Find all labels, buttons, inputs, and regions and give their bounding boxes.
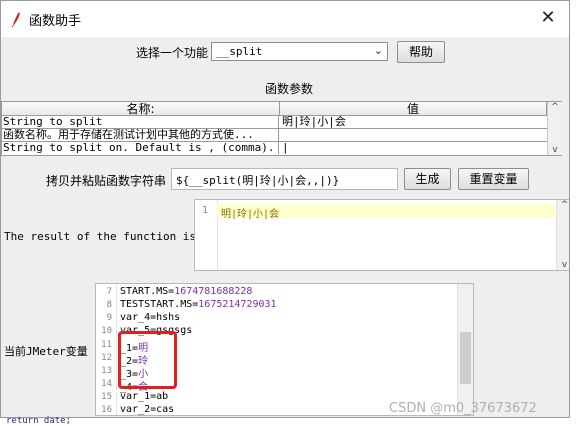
var-value: 1675214729031 bbox=[198, 299, 277, 310]
function-helper-dialog: 函数助手 ✕ 选择一个功能 __split ⌄ 帮助 函数参数 名称: 值 St… bbox=[0, 0, 570, 418]
line-number: 7 bbox=[106, 287, 112, 297]
col-header-name: 名称: bbox=[2, 102, 280, 116]
background-editor-strip: return date; bbox=[0, 416, 579, 426]
param-name: String to split bbox=[3, 116, 279, 128]
table-row[interactable]: String to split on. Default is , (comma)… bbox=[2, 142, 547, 155]
scroll-up-icon[interactable]: ^ bbox=[557, 200, 569, 210]
function-select-label: 选择一个功能 bbox=[136, 46, 209, 60]
scroll-down-icon[interactable]: v bbox=[557, 260, 569, 270]
generate-button[interactable]: 生成 bbox=[404, 168, 451, 190]
param-name: String to split on. Default is , (comma)… bbox=[3, 142, 279, 154]
scroll-up-icon[interactable]: ^ bbox=[548, 102, 562, 112]
param-name: 函数名称。用于存储在测试计划中其他的方式使... bbox=[3, 129, 279, 141]
params-table: 名称: 值 String to split 明|玲|小|会 函数名称。用于存储在… bbox=[1, 101, 562, 156]
line-number: 1 bbox=[202, 205, 209, 216]
title-bar: 函数助手 ✕ bbox=[1, 1, 569, 37]
line-number: 14 bbox=[101, 379, 112, 389]
annotation-highlight-box bbox=[118, 331, 177, 389]
line-number: 9 bbox=[106, 313, 112, 323]
var-entry: var_4=hshs bbox=[120, 312, 180, 323]
window-title: 函数助手 bbox=[29, 14, 82, 29]
line-number: 16 bbox=[101, 405, 112, 415]
table-row[interactable]: String to split 明|玲|小|会 bbox=[2, 116, 547, 129]
close-icon[interactable]: ✕ bbox=[537, 7, 559, 29]
reset-variables-button[interactable]: 重置变量 bbox=[458, 168, 529, 190]
line-number: 11 bbox=[101, 340, 112, 350]
col-header-value: 值 bbox=[280, 102, 547, 116]
result-editor[interactable]: 1 明|玲|小|会 ^ v bbox=[194, 199, 569, 271]
var-key: START.MS= bbox=[120, 286, 175, 297]
var-entry: TESTSTART.MS=1675214729031 bbox=[120, 299, 277, 310]
param-value[interactable]: 明|玲|小|会 bbox=[282, 116, 546, 128]
line-number: 15 bbox=[101, 392, 112, 402]
copy-label: 拷贝并粘贴函数字符串 bbox=[46, 174, 167, 188]
scroll-down-icon[interactable]: v bbox=[548, 145, 562, 155]
line-number: 10 bbox=[101, 326, 112, 336]
help-button[interactable]: 帮助 bbox=[397, 41, 445, 63]
var-key: var_4=hshs bbox=[120, 312, 181, 323]
line-number: 13 bbox=[101, 366, 112, 376]
var-entry: START.MS=1674781688228 bbox=[120, 286, 252, 297]
watermark: CSDN @m0_37673672 bbox=[389, 401, 537, 416]
chevron-down-icon: ⌄ bbox=[373, 44, 383, 57]
var-entry: var_1=ab bbox=[120, 391, 168, 402]
line-number: 12 bbox=[101, 353, 112, 363]
var-key: var_2=cas bbox=[120, 404, 175, 415]
function-string-value: ${__split(明|玲|小|会,,|)} bbox=[176, 174, 340, 187]
var-key: TESTSTART.MS= bbox=[120, 299, 199, 310]
feather-icon bbox=[11, 12, 20, 27]
result-label: The result of the function is bbox=[4, 230, 197, 243]
vars-label: 当前JMeter变量 bbox=[4, 345, 88, 358]
function-select-value: __split bbox=[216, 45, 263, 58]
var-entry: var_2=cas bbox=[120, 404, 174, 415]
result-text: 明|玲|小|会 bbox=[221, 209, 280, 220]
params-heading: 函数参数 bbox=[265, 82, 314, 96]
function-select[interactable]: __split ⌄ bbox=[211, 42, 388, 61]
var-key: var_1=ab bbox=[120, 391, 169, 402]
line-number: 8 bbox=[106, 300, 112, 310]
param-value[interactable] bbox=[282, 129, 546, 141]
table-row[interactable]: 函数名称。用于存储在测试计划中其他的方式使... bbox=[2, 129, 547, 142]
result-scrollbar[interactable]: ^ v bbox=[556, 200, 569, 270]
scrollbar-thumb[interactable] bbox=[460, 332, 471, 384]
params-scrollbar[interactable]: ^ v bbox=[547, 102, 562, 155]
var-value: 1674781688228 bbox=[174, 286, 253, 297]
variables-scrollbar[interactable] bbox=[457, 284, 473, 415]
param-value[interactable]: | bbox=[282, 142, 546, 154]
function-string-field[interactable]: ${__split(明|玲|小|会,,|)} bbox=[171, 168, 398, 190]
